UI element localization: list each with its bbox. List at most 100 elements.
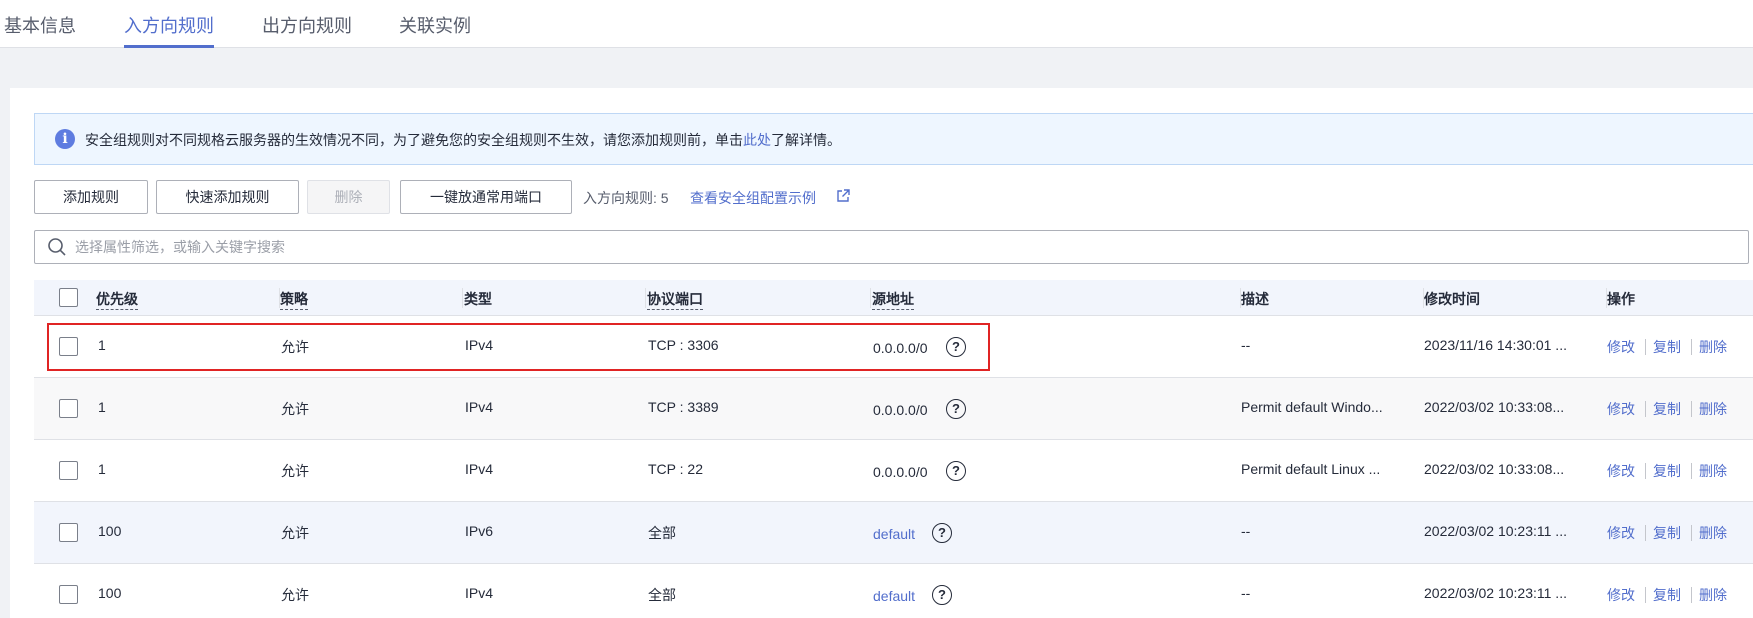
notice-text-after: 了解详情。 [771,132,841,148]
column-description: 描述 [1241,291,1269,307]
copy-link[interactable]: 复制 [1653,337,1681,357]
quick-add-rule-button[interactable]: 快速添加规则 [156,180,299,214]
action-divider [1691,587,1692,603]
delete-link[interactable]: 删除 [1699,461,1727,481]
add-rule-button[interactable]: 添加规则 [34,180,148,214]
tab-bar: 基本信息 入方向规则 出方向规则 关联实例 [0,0,1753,48]
edit-link[interactable]: 修改 [1607,461,1635,481]
tab-basic-info[interactable]: 基本信息 [4,12,76,48]
info-icon: i [55,129,75,149]
cell-priority: 1 [98,337,106,353]
tab-inbound-rules[interactable]: 入方向规则 [124,12,214,48]
cell-description: -- [1241,585,1251,601]
edit-link[interactable]: 修改 [1607,585,1635,605]
column-divider [462,288,463,308]
cell-description: -- [1241,337,1251,353]
copy-link[interactable]: 复制 [1653,585,1681,605]
notice-text: 安全组规则对不同规格云服务器的生效情况不同，为了避免您的安全组规则不生效，请您添… [85,130,841,150]
cell-modified-time: 2022/03/02 10:23:11 ... [1424,523,1567,539]
cell-description: Permit default Windo... [1241,399,1383,415]
column-type: 类型 [464,291,492,307]
cell-source-link[interactable]: default [873,526,915,542]
action-divider [1691,463,1692,479]
copy-link[interactable]: 复制 [1653,399,1681,419]
cell-modified-time: 2022/03/02 10:33:08... [1424,461,1565,477]
row-checkbox[interactable] [59,337,78,356]
question-icon[interactable]: ? [946,399,966,419]
cell-type: IPv4 [465,399,494,415]
edit-link[interactable]: 修改 [1607,399,1635,419]
column-actions: 操作 [1607,291,1635,307]
row-checkbox[interactable] [59,461,78,480]
action-divider [1645,463,1646,479]
question-icon[interactable]: ? [946,461,966,481]
column-protocol-port[interactable]: 协议端口 [647,289,703,310]
column-divider [870,288,871,308]
cell-source: 0.0.0.0/0 [873,464,928,480]
cell-protocol-port: TCP : 3306 [648,337,719,353]
cell-source: 0.0.0.0/0 [873,340,928,356]
column-priority-label: 优先级 [96,291,138,310]
action-divider [1691,339,1692,355]
cell-type: IPv4 [465,337,494,353]
cell-policy: 允许 [281,401,309,417]
edit-link[interactable]: 修改 [1607,337,1635,357]
delete-link[interactable]: 删除 [1699,337,1727,357]
column-source-label: 源地址 [872,291,914,310]
external-link-icon[interactable] [835,188,851,204]
cell-modified-time: 2022/03/02 10:23:11 ... [1424,585,1567,601]
action-divider [1645,339,1646,355]
delete-button[interactable]: 删除 [307,180,390,214]
delete-link[interactable]: 删除 [1699,399,1727,419]
config-example-link[interactable]: 查看安全组配置示例 [690,188,816,208]
edit-link[interactable]: 修改 [1607,523,1635,543]
row-checkbox[interactable] [59,399,78,418]
action-divider [1645,401,1646,417]
action-divider [1691,401,1692,417]
search-box [34,230,1749,264]
table-row: 100 允许 IPv6 全部 default ? -- 2022/03/02 1… [34,502,1753,564]
cell-priority: 100 [98,523,122,539]
column-source[interactable]: 源地址 [872,289,914,310]
cell-policy: 允许 [281,339,309,355]
cell-modified-time: 2022/03/02 10:33:08... [1424,399,1565,415]
column-policy[interactable]: 策略 [280,289,308,310]
tab-associated-instances[interactable]: 关联实例 [399,12,471,48]
cell-source: 0.0.0.0/0 [873,402,928,418]
search-input[interactable] [75,231,1735,263]
table-row: 1 允许 IPv4 TCP : 3306 0.0.0.0/0 ? -- 2023… [34,316,1753,378]
cell-protocol-port: 全部 [648,525,676,541]
cell-priority: 1 [98,399,106,415]
delete-link[interactable]: 删除 [1699,523,1727,543]
question-icon[interactable]: ? [932,523,952,543]
cell-source-link[interactable]: default [873,588,915,604]
tab-outbound-rules[interactable]: 出方向规则 [262,12,352,48]
copy-link[interactable]: 复制 [1653,523,1681,543]
table-row: 1 允许 IPv4 TCP : 3389 0.0.0.0/0 ? Permit … [34,378,1753,440]
inbound-rule-count: 入方向规则: 5 [583,190,669,206]
copy-link[interactable]: 复制 [1653,461,1681,481]
cell-type: IPv4 [465,461,494,477]
notice-details-link[interactable]: 此处 [743,132,771,148]
info-notice: i 安全组规则对不同规格云服务器的生效情况不同，为了避免您的安全组规则不生效，请… [34,113,1753,165]
row-checkbox[interactable] [59,585,78,604]
cell-type: IPv6 [465,523,494,539]
row-checkbox[interactable] [59,523,78,542]
delete-link[interactable]: 删除 [1699,585,1727,605]
action-divider [1645,587,1646,603]
cell-policy: 允许 [281,587,309,603]
column-protocol-port-label: 协议端口 [647,291,703,310]
cell-type: IPv4 [465,585,494,601]
select-all-checkbox[interactable] [59,288,78,307]
table-row: 100 允许 IPv4 全部 default ? -- 2022/03/02 1… [34,564,1753,618]
open-common-ports-button[interactable]: 一键放通常用端口 [400,180,572,214]
table-row: 1 允许 IPv4 TCP : 22 0.0.0.0/0 ? Permit de… [34,440,1753,502]
cell-policy: 允许 [281,463,309,479]
cell-protocol-port: 全部 [648,587,676,603]
question-icon[interactable]: ? [946,337,966,357]
column-priority[interactable]: 优先级 [96,289,138,310]
action-divider [1691,525,1692,541]
column-policy-label: 策略 [280,291,308,310]
cell-description: -- [1241,523,1251,539]
question-icon[interactable]: ? [932,585,952,605]
